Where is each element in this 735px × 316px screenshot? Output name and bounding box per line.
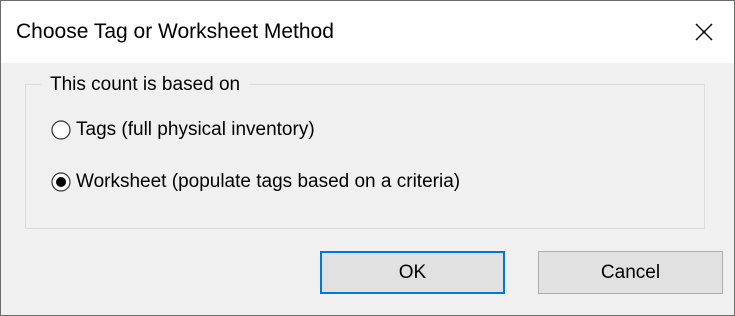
group-legend: This count is based on (41, 73, 250, 97)
close-button[interactable] (674, 1, 734, 63)
count-basis-group (25, 84, 705, 229)
title-bar: Choose Tag or Worksheet Method (1, 1, 734, 63)
ok-button[interactable]: OK (320, 251, 505, 294)
radio-unchecked-icon[interactable] (51, 120, 71, 140)
radio-worksheet[interactable]: Worksheet (populate tags based on a crit… (51, 167, 460, 197)
window-title: Choose Tag or Worksheet Method (16, 20, 334, 43)
radio-worksheet-label: Worksheet (populate tags based on a crit… (76, 171, 461, 192)
radio-checked-icon[interactable] (51, 172, 71, 192)
close-icon (695, 23, 713, 41)
dialog-window: Choose Tag or Worksheet Method This coun… (0, 0, 735, 316)
radio-tags-label: Tags (full physical inventory) (76, 119, 315, 140)
cancel-button[interactable]: Cancel (538, 251, 723, 294)
radio-tags[interactable]: Tags (full physical inventory) (51, 115, 315, 145)
